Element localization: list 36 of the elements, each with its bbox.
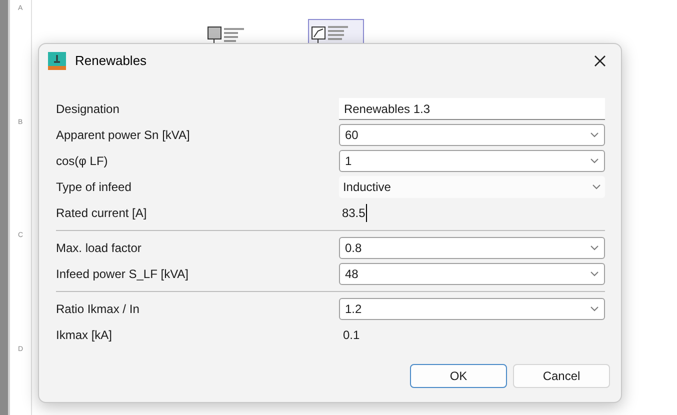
dropdown[interactable]: 1.2 bbox=[338, 298, 605, 320]
field-label: Apparent power Sn [kVA] bbox=[56, 127, 191, 144]
field-label: Ikmax [kA] bbox=[56, 327, 114, 344]
close-icon bbox=[594, 55, 606, 67]
dropdown[interactable]: 0.8 bbox=[338, 237, 605, 259]
chevron-down-icon bbox=[592, 184, 601, 190]
window-title: Renewables bbox=[75, 52, 147, 70]
dropdown[interactable]: 60 bbox=[338, 124, 605, 146]
dropdown-value: 1 bbox=[344, 153, 352, 170]
field-label: Rated current [A] bbox=[56, 205, 148, 222]
chevron-down-icon bbox=[590, 245, 599, 251]
chevron-down-icon bbox=[590, 132, 599, 138]
dropdown[interactable]: Inductive bbox=[338, 176, 605, 198]
field-label: cos(φ LF) bbox=[56, 153, 109, 170]
dialog-button[interactable]: OK bbox=[410, 364, 507, 388]
dropdown-value: 1.2 bbox=[344, 301, 362, 318]
dropdown[interactable]: 1 bbox=[338, 150, 605, 172]
chevron-down-icon bbox=[590, 271, 599, 277]
field-label: Designation bbox=[56, 101, 120, 118]
chevron-down-icon bbox=[590, 306, 599, 312]
app-icon bbox=[48, 52, 66, 70]
dropdown-value: Inductive bbox=[342, 179, 391, 196]
chevron-down-icon bbox=[590, 158, 599, 164]
dialog-button[interactable]: Cancel bbox=[513, 364, 610, 388]
infeed-symbol-drawing bbox=[207, 26, 247, 46]
field-label: Max. load factor bbox=[56, 240, 142, 257]
field-label: Infeed power S_LF [kVA] bbox=[56, 266, 190, 283]
input-field[interactable]: Renewables 1.3 bbox=[338, 98, 605, 120]
field-label: Type of infeed bbox=[56, 179, 132, 196]
dropdown[interactable]: 48 bbox=[338, 263, 605, 285]
value-text: 0.1 bbox=[342, 327, 361, 344]
dropdown-value: 48 bbox=[344, 266, 358, 283]
dropdown-value: 60 bbox=[344, 127, 358, 144]
input-field[interactable]: 83.5 bbox=[342, 204, 368, 222]
field-label: Ratio Ikmax / In bbox=[56, 301, 140, 318]
dropdown-value: 0.8 bbox=[344, 240, 362, 257]
